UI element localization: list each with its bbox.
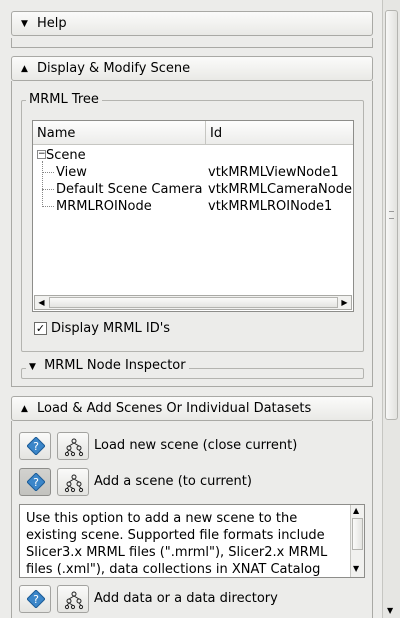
- add-data-button[interactable]: [57, 585, 89, 613]
- main-scrollbar-thumb[interactable]: [385, 10, 398, 420]
- load-panel-header[interactable]: ▲ Load & Add Scenes Or Individual Datase…: [11, 396, 373, 421]
- column-header-name[interactable]: Name: [33, 121, 206, 145]
- tree-row-id: vtkMRMLViewNode1: [208, 165, 339, 180]
- expand-arrow-icon: ▼: [29, 362, 36, 372]
- tree-horizontal-scrollbar[interactable]: ◀ ▶: [34, 295, 352, 310]
- tree-row-id: vtkMRMLCameraNode: [208, 182, 352, 197]
- add-data-label: Add data or a data directory: [94, 591, 278, 606]
- svg-text:?: ?: [33, 476, 39, 489]
- collapse-arrow-icon: ▲: [21, 404, 28, 414]
- load-panel-title: Load & Add Scenes Or Individual Datasets: [37, 401, 312, 416]
- tree-hscroll-thumb[interactable]: [49, 297, 338, 308]
- scroll-up-icon[interactable]: ▲: [353, 506, 359, 515]
- tree-line: [42, 206, 54, 207]
- scroll-right-icon[interactable]: ▶: [338, 296, 351, 309]
- mrml-tree-icon: [64, 438, 84, 457]
- help-panel-body: [11, 38, 373, 48]
- tree-row-id: vtkMRMLROINode1: [208, 199, 333, 214]
- scroll-down-icon[interactable]: ▼: [353, 564, 359, 573]
- tree-row-name[interactable]: Default Scene Camera: [56, 182, 202, 197]
- mrml-tree-icon: [64, 474, 84, 493]
- add-scene-label: Add a scene (to current): [94, 474, 252, 489]
- help-text-content: Use this option to add a new scene to th…: [26, 511, 328, 576]
- tree-row-name[interactable]: MRMLROINode: [56, 199, 152, 214]
- help-text-scrollbar[interactable]: ▲ ▼: [350, 505, 364, 577]
- svg-text:?: ?: [33, 593, 39, 606]
- help-diamond-icon: ?: [27, 590, 45, 608]
- add-data-help-button[interactable]: ?: [19, 585, 51, 613]
- tree-line: [42, 172, 54, 173]
- load-scene-button[interactable]: [57, 432, 89, 460]
- load-scene-help-button[interactable]: ?: [19, 432, 51, 460]
- main-scrollbar[interactable]: ▼: [382, 0, 400, 618]
- display-panel-header[interactable]: ▲ Display & Modify Scene: [11, 56, 373, 81]
- display-ids-checkbox[interactable]: ✓: [34, 322, 47, 335]
- help-text-scroll-thumb[interactable]: [352, 518, 363, 550]
- column-header-id[interactable]: Id: [206, 121, 353, 145]
- collapse-arrow-icon: ▲: [21, 64, 28, 74]
- column-header-name-label: Name: [37, 126, 76, 141]
- tree-line: [42, 161, 43, 207]
- mrml-tree-group-title: MRML Tree: [26, 92, 102, 107]
- node-inspector-title: MRML Node Inspector: [44, 358, 186, 373]
- scroll-left-icon[interactable]: ◀: [35, 296, 48, 309]
- mrml-tree-view[interactable]: Name Id − Scene View vtkMRMLViewNode1 De…: [32, 120, 354, 312]
- display-panel-title: Display & Modify Scene: [37, 61, 191, 76]
- add-scene-help-text[interactable]: Use this option to add a new scene to th…: [19, 504, 365, 578]
- tree-root-scene[interactable]: Scene: [46, 148, 86, 163]
- collapse-toggle-icon[interactable]: −: [37, 150, 46, 159]
- scroll-down-icon[interactable]: ▼: [387, 606, 393, 615]
- add-scene-help-button[interactable]: ?: [19, 468, 51, 496]
- svg-text:?: ?: [33, 440, 39, 453]
- help-panel-title: Help: [37, 16, 67, 31]
- help-diamond-icon: ?: [27, 437, 45, 455]
- scrollbar-grip-icon: [389, 211, 394, 219]
- tree-row-name[interactable]: View: [56, 165, 87, 180]
- expand-arrow-icon: ▼: [21, 19, 28, 29]
- display-ids-label[interactable]: Display MRML ID's: [51, 321, 170, 336]
- mrml-tree-icon: [64, 591, 84, 610]
- tree-line: [42, 189, 54, 190]
- help-diamond-icon: ?: [27, 473, 45, 491]
- column-header-id-label: Id: [210, 126, 223, 141]
- add-scene-button[interactable]: [57, 468, 89, 496]
- load-new-scene-label: Load new scene (close current): [94, 438, 298, 453]
- help-panel-header[interactable]: ▼ Help: [11, 11, 373, 36]
- node-inspector-header[interactable]: ▼ MRML Node Inspector: [26, 358, 189, 373]
